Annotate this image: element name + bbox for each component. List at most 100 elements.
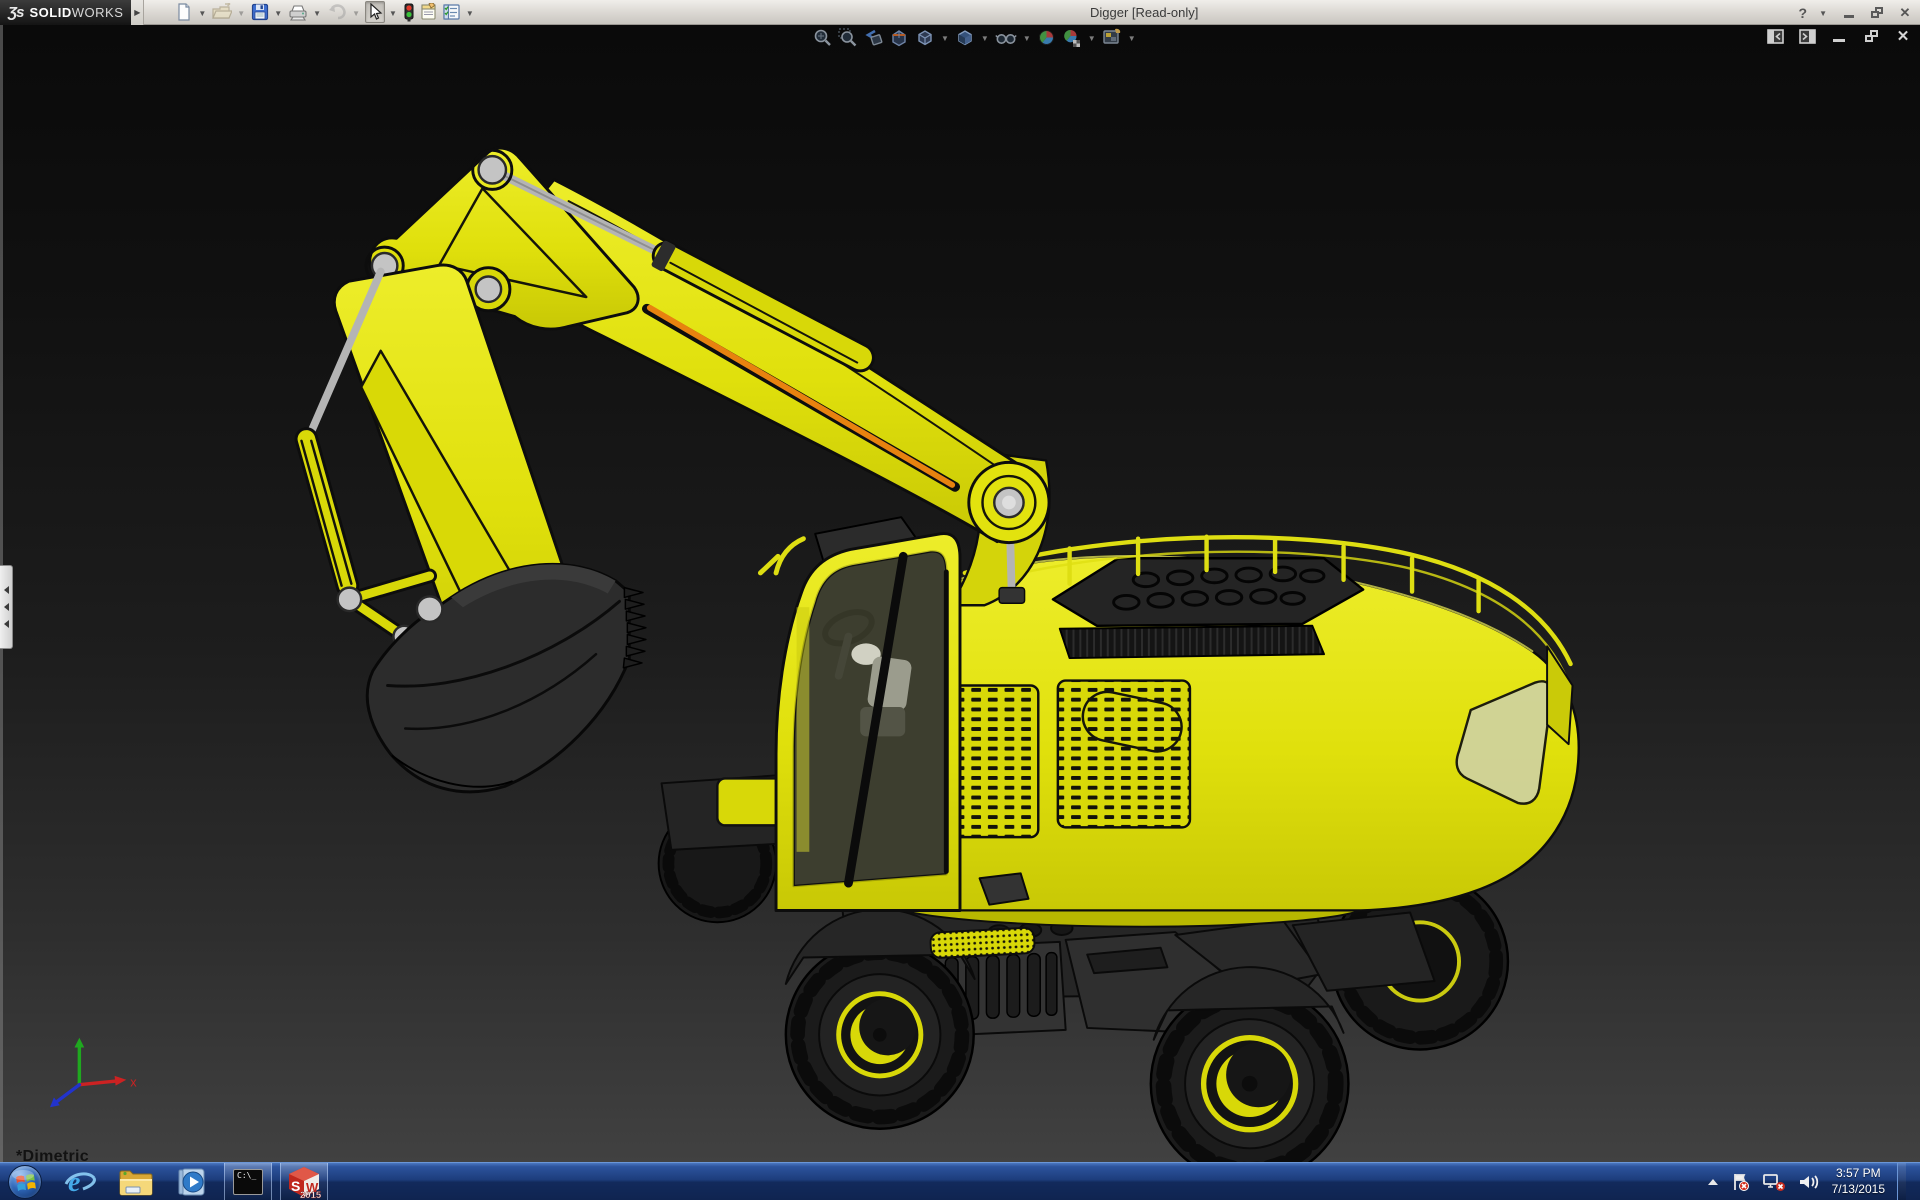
app-minimize-button[interactable] bbox=[1840, 4, 1858, 22]
command-prompt-icon: C:\_ bbox=[233, 1168, 263, 1195]
volume-icon[interactable] bbox=[1798, 1172, 1820, 1192]
apply-scene-caret[interactable]: ▼ bbox=[1088, 34, 1096, 43]
open-folder-icon bbox=[212, 3, 233, 19]
display-style-caret[interactable]: ▼ bbox=[981, 34, 989, 43]
help-icon[interactable]: ? bbox=[1799, 5, 1808, 21]
wheel-front-right bbox=[1149, 983, 1350, 1162]
collapse-arrow-icon bbox=[3, 586, 9, 594]
pane-left-icon bbox=[1766, 28, 1784, 44]
app-restore-button[interactable] bbox=[1868, 4, 1886, 22]
orientation-triad: x bbox=[50, 1037, 137, 1108]
doc-restore-button[interactable] bbox=[1862, 28, 1880, 44]
clock-time: 3:57 PM bbox=[1835, 1165, 1881, 1180]
edit-appearance-button[interactable] bbox=[1036, 27, 1057, 48]
rebuild-button[interactable] bbox=[402, 1, 416, 23]
new-document-button[interactable] bbox=[174, 1, 194, 23]
doc-minimize-button[interactable] bbox=[1830, 28, 1848, 44]
view-settings-icon bbox=[1102, 28, 1120, 44]
network-status-icon[interactable] bbox=[1762, 1172, 1786, 1192]
solidworks-window: Ʒs SOLIDWORKS ▶ ▼ ▼ ▼ ▼ ▼ ▼ ▼ Digger [Re… bbox=[0, 0, 1920, 1200]
brand-text: SOLIDWORKS bbox=[29, 4, 124, 20]
collapse-arrow-icon bbox=[3, 620, 9, 628]
taskbar-apps: e C:\_ S W 2015 bbox=[52, 1163, 332, 1200]
taskbar-internet-explorer[interactable]: e bbox=[52, 1163, 108, 1200]
taskbar-file-explorer[interactable] bbox=[108, 1163, 164, 1200]
select-caret[interactable]: ▼ bbox=[389, 9, 397, 18]
bucket-teeth bbox=[622, 586, 647, 669]
taskbar-media-player[interactable] bbox=[164, 1163, 220, 1200]
section-view-icon bbox=[892, 30, 906, 47]
previous-view-button[interactable] bbox=[862, 27, 884, 48]
app-close-button[interactable]: ✕ bbox=[1896, 4, 1914, 22]
zoom-to-fit-button[interactable] bbox=[812, 27, 833, 48]
hide-show-items-button[interactable] bbox=[994, 27, 1018, 48]
rebuild-traffic-light-icon bbox=[404, 3, 414, 21]
svg-text:S: S bbox=[291, 1178, 300, 1194]
print-caret[interactable]: ▼ bbox=[313, 9, 321, 18]
start-button[interactable] bbox=[8, 1164, 42, 1199]
open-button[interactable] bbox=[211, 1, 233, 23]
sw-year: 2015 bbox=[300, 1190, 322, 1199]
display-style-button[interactable] bbox=[954, 27, 976, 48]
feature-manager-collapsed-tab[interactable] bbox=[0, 565, 13, 649]
headsup-view-toolbar: ▼ ▼ ▼ ▼ ▼ bbox=[812, 27, 1137, 48]
show-hidden-icons-button[interactable] bbox=[1707, 1178, 1718, 1185]
taskbar: e C:\_ S W 2015 3:57 PM 7/13/2015 bbox=[0, 1162, 1920, 1200]
system-tray: 3:57 PM 7/13/2015 bbox=[1707, 1163, 1920, 1200]
taskbar-command-prompt[interactable]: C:\_ bbox=[224, 1163, 272, 1200]
pane-right-icon bbox=[1798, 28, 1816, 44]
excavator-model[interactable]: x bbox=[0, 25, 1920, 1162]
pane-right-button[interactable] bbox=[1798, 28, 1816, 44]
new-caret[interactable]: ▼ bbox=[198, 9, 206, 18]
engine-block bbox=[1051, 557, 1365, 660]
pane-left-button[interactable] bbox=[1766, 28, 1784, 44]
hide-show-items-caret[interactable]: ▼ bbox=[1023, 34, 1031, 43]
quick-access-toolbar: ▼ ▼ ▼ ▼ ▼ ▼ ▼ bbox=[174, 1, 476, 23]
media-player-icon bbox=[178, 1168, 205, 1195]
undo-button[interactable] bbox=[326, 1, 348, 23]
options-checklist-icon bbox=[443, 4, 460, 20]
undo-arrow-icon bbox=[329, 4, 346, 20]
view-settings-button[interactable] bbox=[1101, 27, 1123, 48]
file-properties-icon bbox=[421, 3, 436, 20]
document-title: Digger [Read-only] bbox=[1090, 5, 1199, 20]
taskbar-clock[interactable]: 3:57 PM 7/13/2015 bbox=[1832, 1166, 1885, 1197]
view-orientation-button[interactable] bbox=[914, 27, 936, 48]
help-caret[interactable]: ▼ bbox=[1819, 9, 1827, 18]
view-settings-caret[interactable]: ▼ bbox=[1128, 34, 1136, 43]
save-floppy-icon bbox=[252, 3, 269, 21]
undo-caret[interactable]: ▼ bbox=[352, 9, 360, 18]
save-caret[interactable]: ▼ bbox=[274, 9, 282, 18]
collapse-arrow-icon bbox=[3, 603, 9, 611]
internet-explorer-icon: e bbox=[64, 1167, 96, 1198]
solidworks-2015-icon: S W 2015 bbox=[289, 1166, 322, 1199]
select-cursor-icon bbox=[370, 3, 383, 20]
svg-text:e: e bbox=[68, 1167, 80, 1198]
display-style-icon bbox=[958, 30, 972, 46]
bucket-cylinder-body bbox=[294, 427, 360, 598]
print-button[interactable] bbox=[287, 1, 309, 23]
solidworks-logo[interactable]: Ʒs SOLIDWORKS bbox=[0, 0, 132, 25]
document-window-controls: ✕ bbox=[1766, 28, 1912, 45]
zoom-to-area-icon bbox=[838, 28, 857, 47]
printer-icon bbox=[289, 5, 307, 21]
select-button[interactable] bbox=[364, 1, 385, 23]
zoom-to-area-button[interactable] bbox=[837, 27, 858, 48]
taskbar-solidworks[interactable]: S W 2015 bbox=[280, 1163, 328, 1200]
zoom-to-fit-icon bbox=[814, 29, 831, 46]
dassault-3ds-icon: Ʒs bbox=[8, 3, 24, 21]
action-center-flag-icon[interactable] bbox=[1730, 1172, 1750, 1192]
save-button[interactable] bbox=[250, 1, 270, 23]
section-view-button[interactable] bbox=[888, 27, 910, 48]
file-properties-button[interactable] bbox=[418, 1, 439, 23]
view-orientation-caret[interactable]: ▼ bbox=[941, 34, 949, 43]
show-desktop-button[interactable] bbox=[1897, 1163, 1906, 1200]
bucket bbox=[365, 562, 647, 794]
options-caret[interactable]: ▼ bbox=[466, 9, 474, 18]
doc-close-button[interactable]: ✕ bbox=[1894, 28, 1912, 45]
apply-scene-button[interactable] bbox=[1061, 27, 1083, 48]
open-caret[interactable]: ▼ bbox=[237, 9, 245, 18]
options-button[interactable] bbox=[441, 1, 462, 23]
graphics-area[interactable]: x ▼ ▼ ▼ ▼ ▼ ✕ *Dimetric bbox=[0, 25, 1920, 1165]
menu-expand-arrow-icon[interactable]: ▶ bbox=[131, 0, 145, 25]
